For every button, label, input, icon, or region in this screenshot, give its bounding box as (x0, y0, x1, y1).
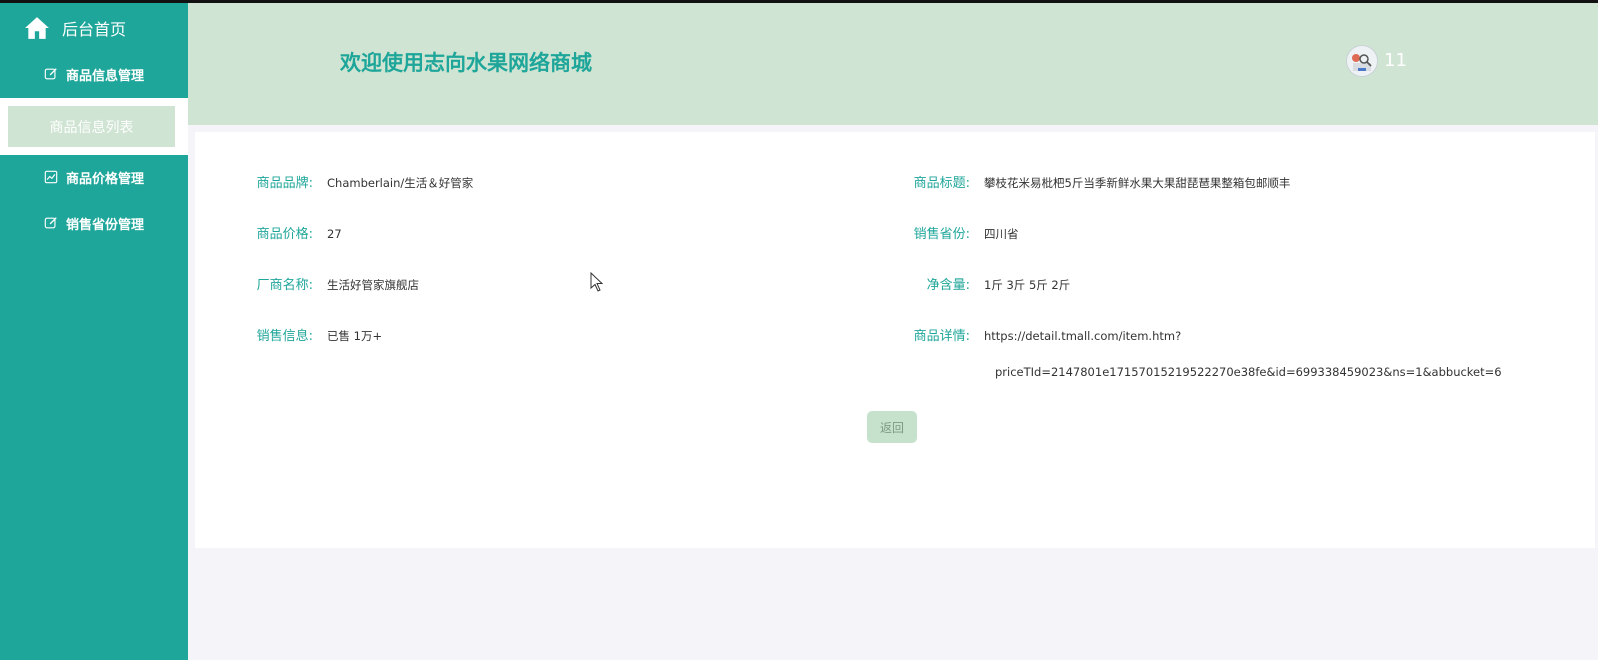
detail-link-line2[interactable]: priceTId=2147801e17157015219522270e38fe&… (995, 365, 1502, 379)
sidebar-subitem-product-list[interactable]: 商品信息列表 (8, 106, 175, 147)
title-label: 商品标题: (913, 176, 970, 191)
sales-value: 已售 1万+ (327, 329, 383, 343)
detail-card: 商品品牌: Chamberlain/生活＆好管家 商品标题: 攀枝花米易枇杷5斤… (195, 132, 1595, 548)
detail-link-line1[interactable]: https://detail.tmall.com/item.htm? (984, 329, 1181, 343)
brand-value: Chamberlain/生活＆好管家 (327, 176, 474, 190)
sales-field: 销售信息: 已售 1万+ (245, 325, 383, 344)
avatar-icon (1347, 46, 1377, 76)
sidebar-item-label: 商品信息管理 (65, 68, 144, 84)
page-title: 欢迎使用志向水果网络商城 (340, 51, 592, 75)
vendor-value: 生活好管家旗舰店 (327, 278, 419, 292)
sidebar-item-product-info[interactable]: 商品信息管理 (0, 57, 188, 91)
sidebar-home-label: 后台首页 (62, 20, 127, 39)
sidebar-item-province[interactable]: 销售省份管理 (0, 206, 188, 240)
chart-icon (44, 170, 58, 184)
sales-label: 销售信息: (256, 329, 313, 344)
net-content-value: 1斤 3斤 5斤 2斤 (984, 278, 1071, 292)
sidebar-home-link[interactable]: 后台首页 (24, 13, 126, 43)
price-value: 27 (327, 227, 342, 241)
province-value: 四川省 (984, 227, 1019, 241)
title-value: 攀枝花米易枇杷5斤当季新鲜水果大果甜琵琶果整箱包邮顺丰 (984, 176, 1291, 190)
home-icon (25, 17, 49, 39)
mouse-cursor-icon (590, 272, 604, 292)
sidebar: 后台首页 商品信息管理 商品信息列表 商品价格管理 销售省份管理 (0, 3, 188, 660)
vendor-field: 厂商名称: 生活好管家旗舰店 (245, 274, 419, 293)
province-field: 销售省份: 四川省 (902, 223, 1019, 242)
brand-label: 商品品牌: (256, 176, 313, 191)
header: 欢迎使用志向水果网络商城 11 (188, 3, 1598, 125)
sidebar-item-price[interactable]: 商品价格管理 (0, 160, 188, 194)
brand-field: 商品品牌: Chamberlain/生活＆好管家 (245, 172, 474, 191)
edit-icon (44, 217, 57, 229)
sidebar-subitem-label: 商品信息列表 (49, 119, 134, 136)
title-field: 商品标题: 攀枝花米易枇杷5斤当季新鲜水果大果甜琵琶果整箱包邮顺丰 (902, 172, 1291, 191)
price-label: 商品价格: (256, 227, 313, 242)
user-number: 11 (1384, 50, 1407, 71)
avatar[interactable] (1346, 45, 1378, 77)
vendor-label: 厂商名称: (256, 278, 313, 293)
back-button[interactable]: 返回 (867, 411, 917, 443)
page: 后台首页 商品信息管理 商品信息列表 商品价格管理 销售省份管理 欢迎使用志向水… (0, 0, 1598, 660)
net-content-label: 净含量: (926, 278, 970, 293)
sidebar-item-label: 销售省份管理 (65, 217, 144, 233)
edit-icon (44, 68, 57, 80)
detail-field: 商品详情: https://detail.tmall.com/item.htm? (902, 325, 1182, 344)
detail-label: 商品详情: (913, 329, 970, 344)
sidebar-item-label: 商品价格管理 (65, 171, 144, 187)
province-label: 销售省份: (913, 227, 970, 242)
price-field: 商品价格: 27 (245, 223, 342, 242)
net-content-field: 净含量: 1斤 3斤 5斤 2斤 (902, 274, 1071, 293)
submenu-container: 商品信息列表 (0, 98, 188, 155)
